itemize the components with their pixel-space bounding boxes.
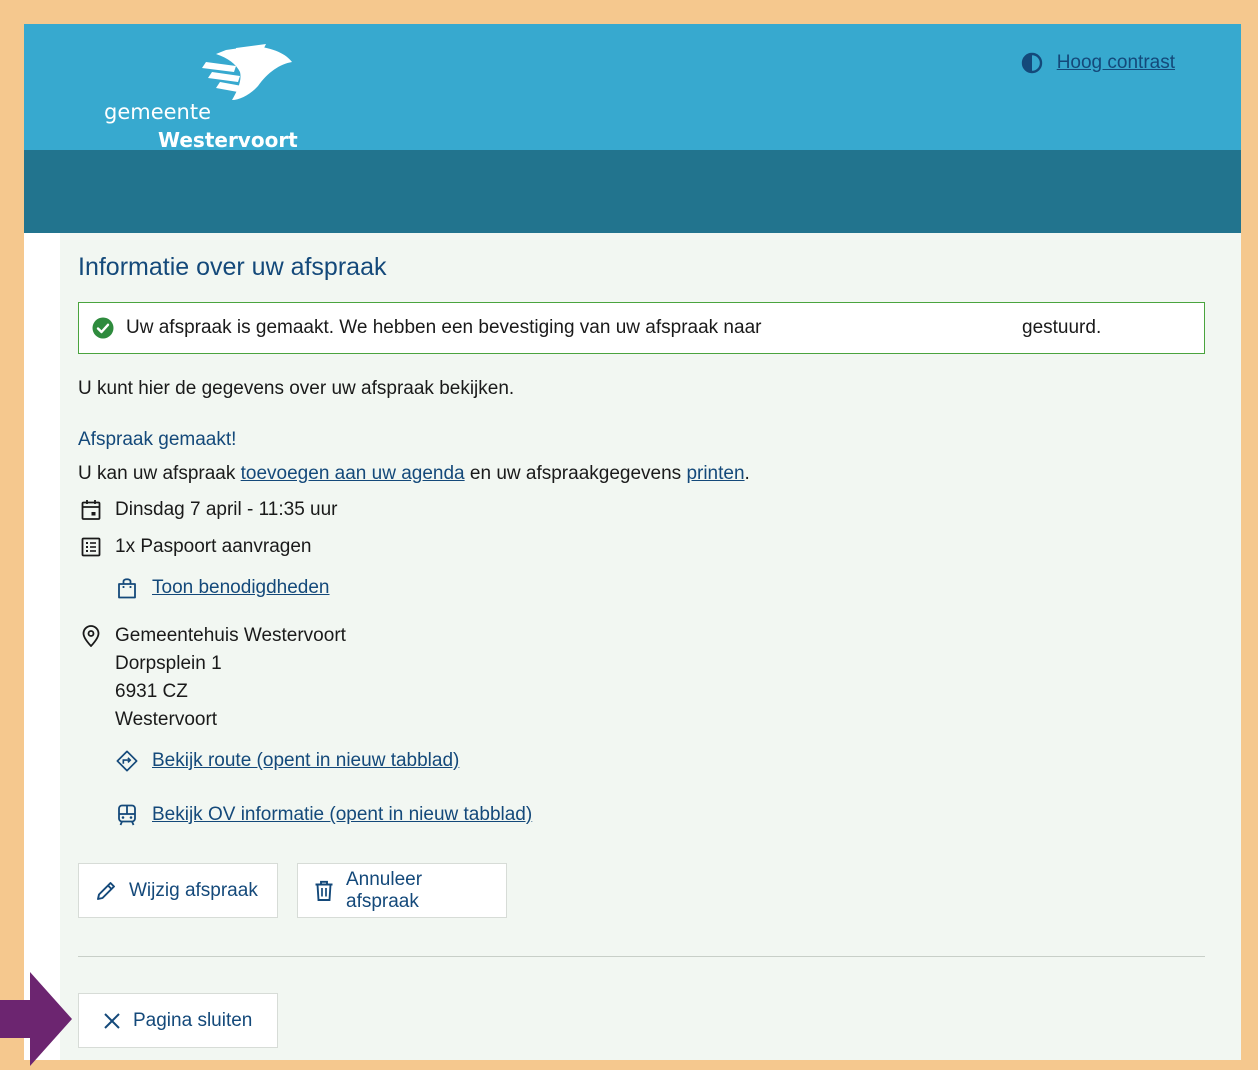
agenda-suffix: . <box>744 463 750 484</box>
municipality-logo[interactable]: gemeente Westervoort <box>104 44 304 152</box>
edit-appointment-label: Wijzig afspraak <box>129 879 258 901</box>
agenda-prefix: U kan uw afspraak <box>78 463 241 484</box>
navigation-band <box>24 150 1241 233</box>
requirements-link-row[interactable]: Toon benodigdheden <box>116 577 330 599</box>
bag-icon <box>118 578 136 599</box>
cancel-appointment-label: Annuleer afspraak <box>346 868 423 912</box>
datetime-text: Dinsdag 7 april - 11:35 uur <box>115 499 338 520</box>
success-alert: Uw afspraak is gemaakt. We hebben een be… <box>78 302 1205 354</box>
logo-text-gemeente: gemeente <box>104 100 212 124</box>
cancel-appointment-button[interactable]: Annuleer afspraak <box>297 863 507 918</box>
alert-message: Uw afspraak is gemaakt. We hebben een be… <box>126 317 762 338</box>
view-ov-info-link[interactable]: Bekijk OV informatie (opent in nieuw tab… <box>152 804 532 826</box>
location-address: Gemeentehuis Westervoort Dorpsplein 1 69… <box>115 622 346 734</box>
show-requirements-link[interactable]: Toon benodigdheden <box>152 577 330 599</box>
edit-appointment-button[interactable]: Wijzig afspraak <box>78 863 278 918</box>
product-text: 1x Paspoort aanvragen <box>115 536 312 557</box>
header: gemeente Westervoort Hoog contrast <box>24 24 1241 152</box>
add-to-calendar-link[interactable]: toevoegen aan uw agenda <box>241 463 465 484</box>
section-divider <box>78 956 1205 957</box>
appointment-product: 1x Paspoort aanvragen <box>78 536 311 558</box>
high-contrast-toggle[interactable]: Hoog contrast <box>1021 52 1175 74</box>
location-row <box>78 622 115 647</box>
arrow-right-icon <box>0 972 72 1066</box>
page-frame: gemeente Westervoort Hoog contrast Infor… <box>24 24 1241 1060</box>
agenda-middle: en uw afspraakgegevens <box>464 463 687 484</box>
location-city: Westervoort <box>115 709 218 730</box>
route-link-row[interactable]: Bekijk route (opent in nieuw tabblad) <box>116 749 459 773</box>
main-content: Informatie over uw afspraak Uw afspraak … <box>60 233 1241 1060</box>
alert-message-tail: gestuurd. <box>1022 317 1102 338</box>
bus-icon <box>118 804 136 826</box>
contrast-icon <box>1021 52 1042 74</box>
location-pin-icon <box>82 625 100 647</box>
location-name: Gemeentehuis Westervoort <box>115 625 346 646</box>
high-contrast-link[interactable]: Hoog contrast <box>1057 52 1175 74</box>
pencil-icon <box>97 881 115 900</box>
location-street: Dorpsplein 1 <box>115 653 222 674</box>
calendar-icon <box>81 500 101 520</box>
agenda-sentence: U kan uw afspraak toevoegen aan uw agend… <box>78 463 750 485</box>
list-icon <box>81 537 101 557</box>
close-icon <box>104 1012 120 1029</box>
check-circle-icon <box>92 317 114 339</box>
logo-text-westervoort: Westervoort <box>158 128 298 152</box>
intro-text: U kunt hier de gegevens over uw afspraak… <box>78 378 515 399</box>
close-page-button[interactable]: Pagina sluiten <box>78 993 278 1048</box>
print-link[interactable]: printen <box>686 463 744 484</box>
page-title: Informatie over uw afspraak <box>78 253 387 281</box>
view-route-link[interactable]: Bekijk route (opent in nieuw tabblad) <box>152 750 459 772</box>
ov-link-row[interactable]: Bekijk OV informatie (opent in nieuw tab… <box>116 804 532 826</box>
location-postcode: 6931 CZ <box>115 681 188 702</box>
logo-emblem-icon <box>202 44 292 100</box>
confirmation-subheading: Afspraak gemaakt! <box>78 429 237 450</box>
close-page-label: Pagina sluiten <box>133 1009 253 1031</box>
trash-icon <box>315 880 333 901</box>
appointment-datetime: Dinsdag 7 april - 11:35 uur <box>78 499 338 521</box>
route-icon <box>116 750 138 772</box>
